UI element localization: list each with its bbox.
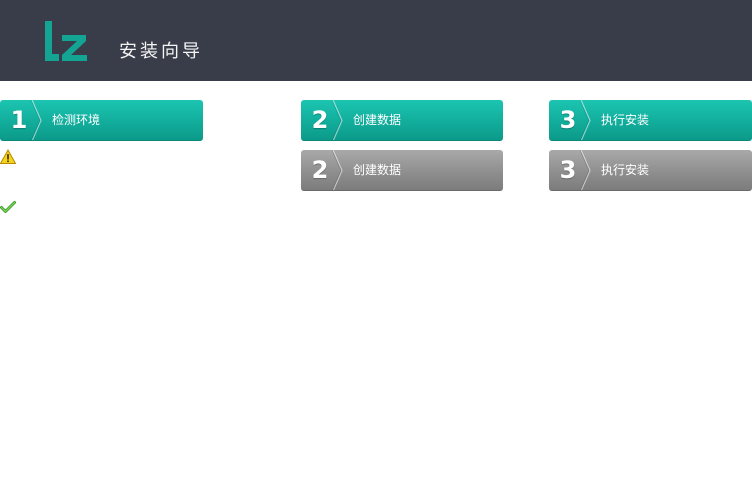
step-number: 3 <box>559 156 577 184</box>
step-create-data[interactable]: 2 创建数据 <box>301 100 503 141</box>
chevron-right-icon <box>579 100 591 140</box>
step-check-environment[interactable]: 1 检测环境 <box>0 100 203 141</box>
step-label: 创建数据 <box>353 163 402 177</box>
chevron-right-icon <box>331 150 343 190</box>
lz-logo <box>45 21 87 61</box>
step-execute-install-inactive[interactable]: 3 执行安装 <box>549 150 752 191</box>
step-number: 3 <box>559 106 577 134</box>
app-header: 安装向导 <box>0 0 752 81</box>
step-label: 执行安装 <box>601 163 650 177</box>
check-icon <box>0 201 16 213</box>
chevron-right-icon <box>579 150 591 190</box>
step-number: 2 <box>311 106 329 134</box>
step-number: 1 <box>10 106 28 134</box>
step-label: 执行安装 <box>601 113 650 127</box>
page-title: 安装向导 <box>119 41 203 62</box>
step-number: 2 <box>311 156 329 184</box>
chevron-right-icon <box>331 100 343 140</box>
chevron-right-icon <box>30 100 42 140</box>
step-label: 创建数据 <box>353 113 402 127</box>
step-label: 检测环境 <box>52 113 101 127</box>
step-execute-install[interactable]: 3 执行安装 <box>549 100 752 141</box>
warning-icon <box>0 149 16 164</box>
step-create-data-inactive[interactable]: 2 创建数据 <box>301 150 503 191</box>
